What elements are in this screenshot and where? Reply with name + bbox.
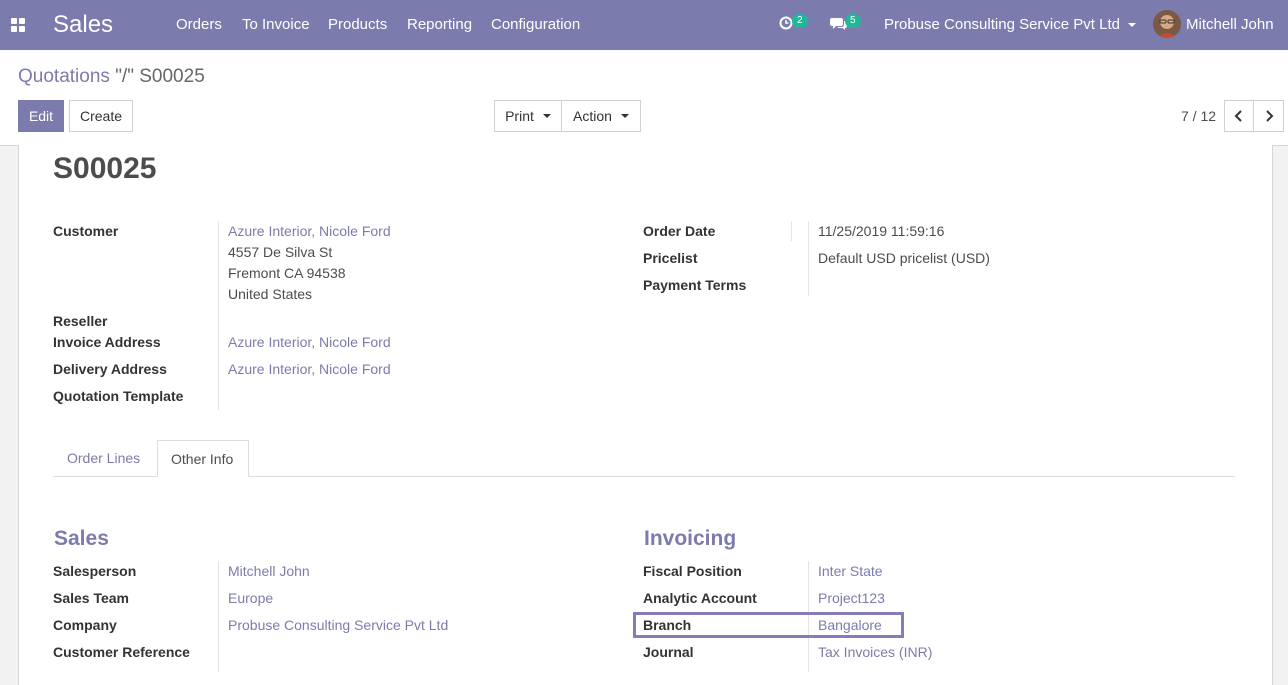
chevron-right-icon [1265, 110, 1273, 122]
control-panel: Quotations "/" S00025 Edit Create Print … [0, 50, 1288, 146]
menu-products[interactable]: Products [328, 16, 387, 33]
pager-next-button[interactable] [1253, 100, 1284, 132]
quotation-template-label: Quotation Template [53, 388, 184, 404]
edit-button[interactable]: Edit [18, 100, 64, 132]
top-navbar: Sales Orders To Invoice Products Reporti… [0, 0, 1288, 50]
menu-orders[interactable]: Orders [176, 16, 222, 33]
print-button[interactable]: Print [494, 100, 562, 132]
create-button[interactable]: Create [69, 100, 133, 132]
breadcrumb-current: S00025 [139, 66, 205, 87]
customer-address-country: United States [228, 286, 313, 302]
print-button-label: Print [505, 108, 534, 124]
journal-link[interactable]: Tax Invoices (INR) [818, 644, 932, 660]
pager-previous-button[interactable] [1224, 100, 1254, 132]
salesperson-label: Salesperson [53, 563, 137, 579]
company-label: Company [53, 617, 117, 633]
company-link[interactable]: Probuse Consulting Service Pvt Ltd [228, 617, 448, 633]
analytic-account-link[interactable]: Project123 [818, 590, 885, 606]
action-button[interactable]: Action [561, 100, 641, 132]
invoice-address-label: Invoice Address [53, 334, 161, 350]
pricelist-label: Pricelist [643, 250, 698, 266]
payment-terms-label: Payment Terms [643, 277, 747, 293]
company-switcher[interactable]: Probuse Consulting Service Pvt Ltd [884, 16, 1136, 33]
breadcrumb-separator: "/" [115, 66, 134, 87]
chevron-down-icon [1127, 23, 1136, 28]
activity-clock-icon[interactable] [779, 16, 793, 30]
field-divider [218, 561, 219, 672]
apps-menu-icon[interactable] [11, 18, 25, 32]
message-count-badge: 5 [845, 14, 861, 28]
app-brand[interactable]: Sales [53, 11, 113, 39]
branch-highlight-box [633, 612, 904, 638]
delivery-address-label: Delivery Address [53, 361, 167, 377]
fiscal-position-label: Fiscal Position [643, 563, 742, 579]
company-switcher-label: Probuse Consulting Service Pvt Ltd [884, 16, 1120, 33]
user-menu[interactable]: Mitchell John [1186, 16, 1274, 33]
order-date-label: Order Date [643, 223, 716, 239]
action-button-label: Action [573, 108, 612, 124]
invoicing-section-title: Invoicing [644, 527, 737, 550]
invoice-address-link[interactable]: Azure Interior, Nicole Ford [228, 334, 391, 350]
sales-team-label: Sales Team [53, 590, 130, 606]
menu-reporting[interactable]: Reporting [407, 16, 472, 33]
sales-section-title: Sales [54, 527, 109, 550]
salesperson-link[interactable]: Mitchell John [228, 563, 310, 579]
reseller-label: Reseller [53, 313, 108, 329]
order-name: S00025 [53, 152, 157, 185]
field-divider [791, 221, 792, 241]
customer-label: Customer [53, 223, 119, 239]
chevron-down-icon [542, 114, 551, 118]
chevron-left-icon [1234, 110, 1242, 122]
customer-address-city: Fremont CA 94538 [228, 265, 346, 281]
customer-reference-label: Customer Reference [53, 644, 190, 660]
activity-count-badge: 2 [792, 14, 808, 28]
customer-address-street: 4557 De Silva St [228, 244, 333, 260]
journal-label: Journal [643, 644, 694, 660]
chevron-down-icon [620, 114, 629, 118]
customer-link[interactable]: Azure Interior, Nicole Ford [228, 223, 391, 239]
pricelist-value[interactable]: Default USD pricelist (USD) [818, 250, 990, 266]
order-date-value[interactable]: 11/25/2019 11:59:16 [818, 223, 944, 239]
tab-order-lines[interactable]: Order Lines [57, 440, 150, 477]
pager-value[interactable]: 7 / 12 [1181, 108, 1216, 124]
fiscal-position-link[interactable]: Inter State [818, 563, 883, 579]
field-divider [808, 221, 809, 296]
field-divider [218, 221, 219, 410]
sales-team-link[interactable]: Europe [228, 590, 273, 606]
analytic-account-label: Analytic Account [643, 590, 757, 606]
delivery-address-link[interactable]: Azure Interior, Nicole Ford [228, 361, 391, 377]
breadcrumb-quotations[interactable]: Quotations [18, 66, 110, 87]
menu-configuration[interactable]: Configuration [491, 16, 580, 33]
user-avatar[interactable] [1153, 10, 1181, 38]
user-photo-icon [1153, 10, 1181, 38]
breadcrumb: Quotations "/" S00025 [18, 66, 205, 88]
tab-other-info[interactable]: Other Info [157, 440, 249, 477]
menu-to-invoice[interactable]: To Invoice [242, 16, 310, 33]
